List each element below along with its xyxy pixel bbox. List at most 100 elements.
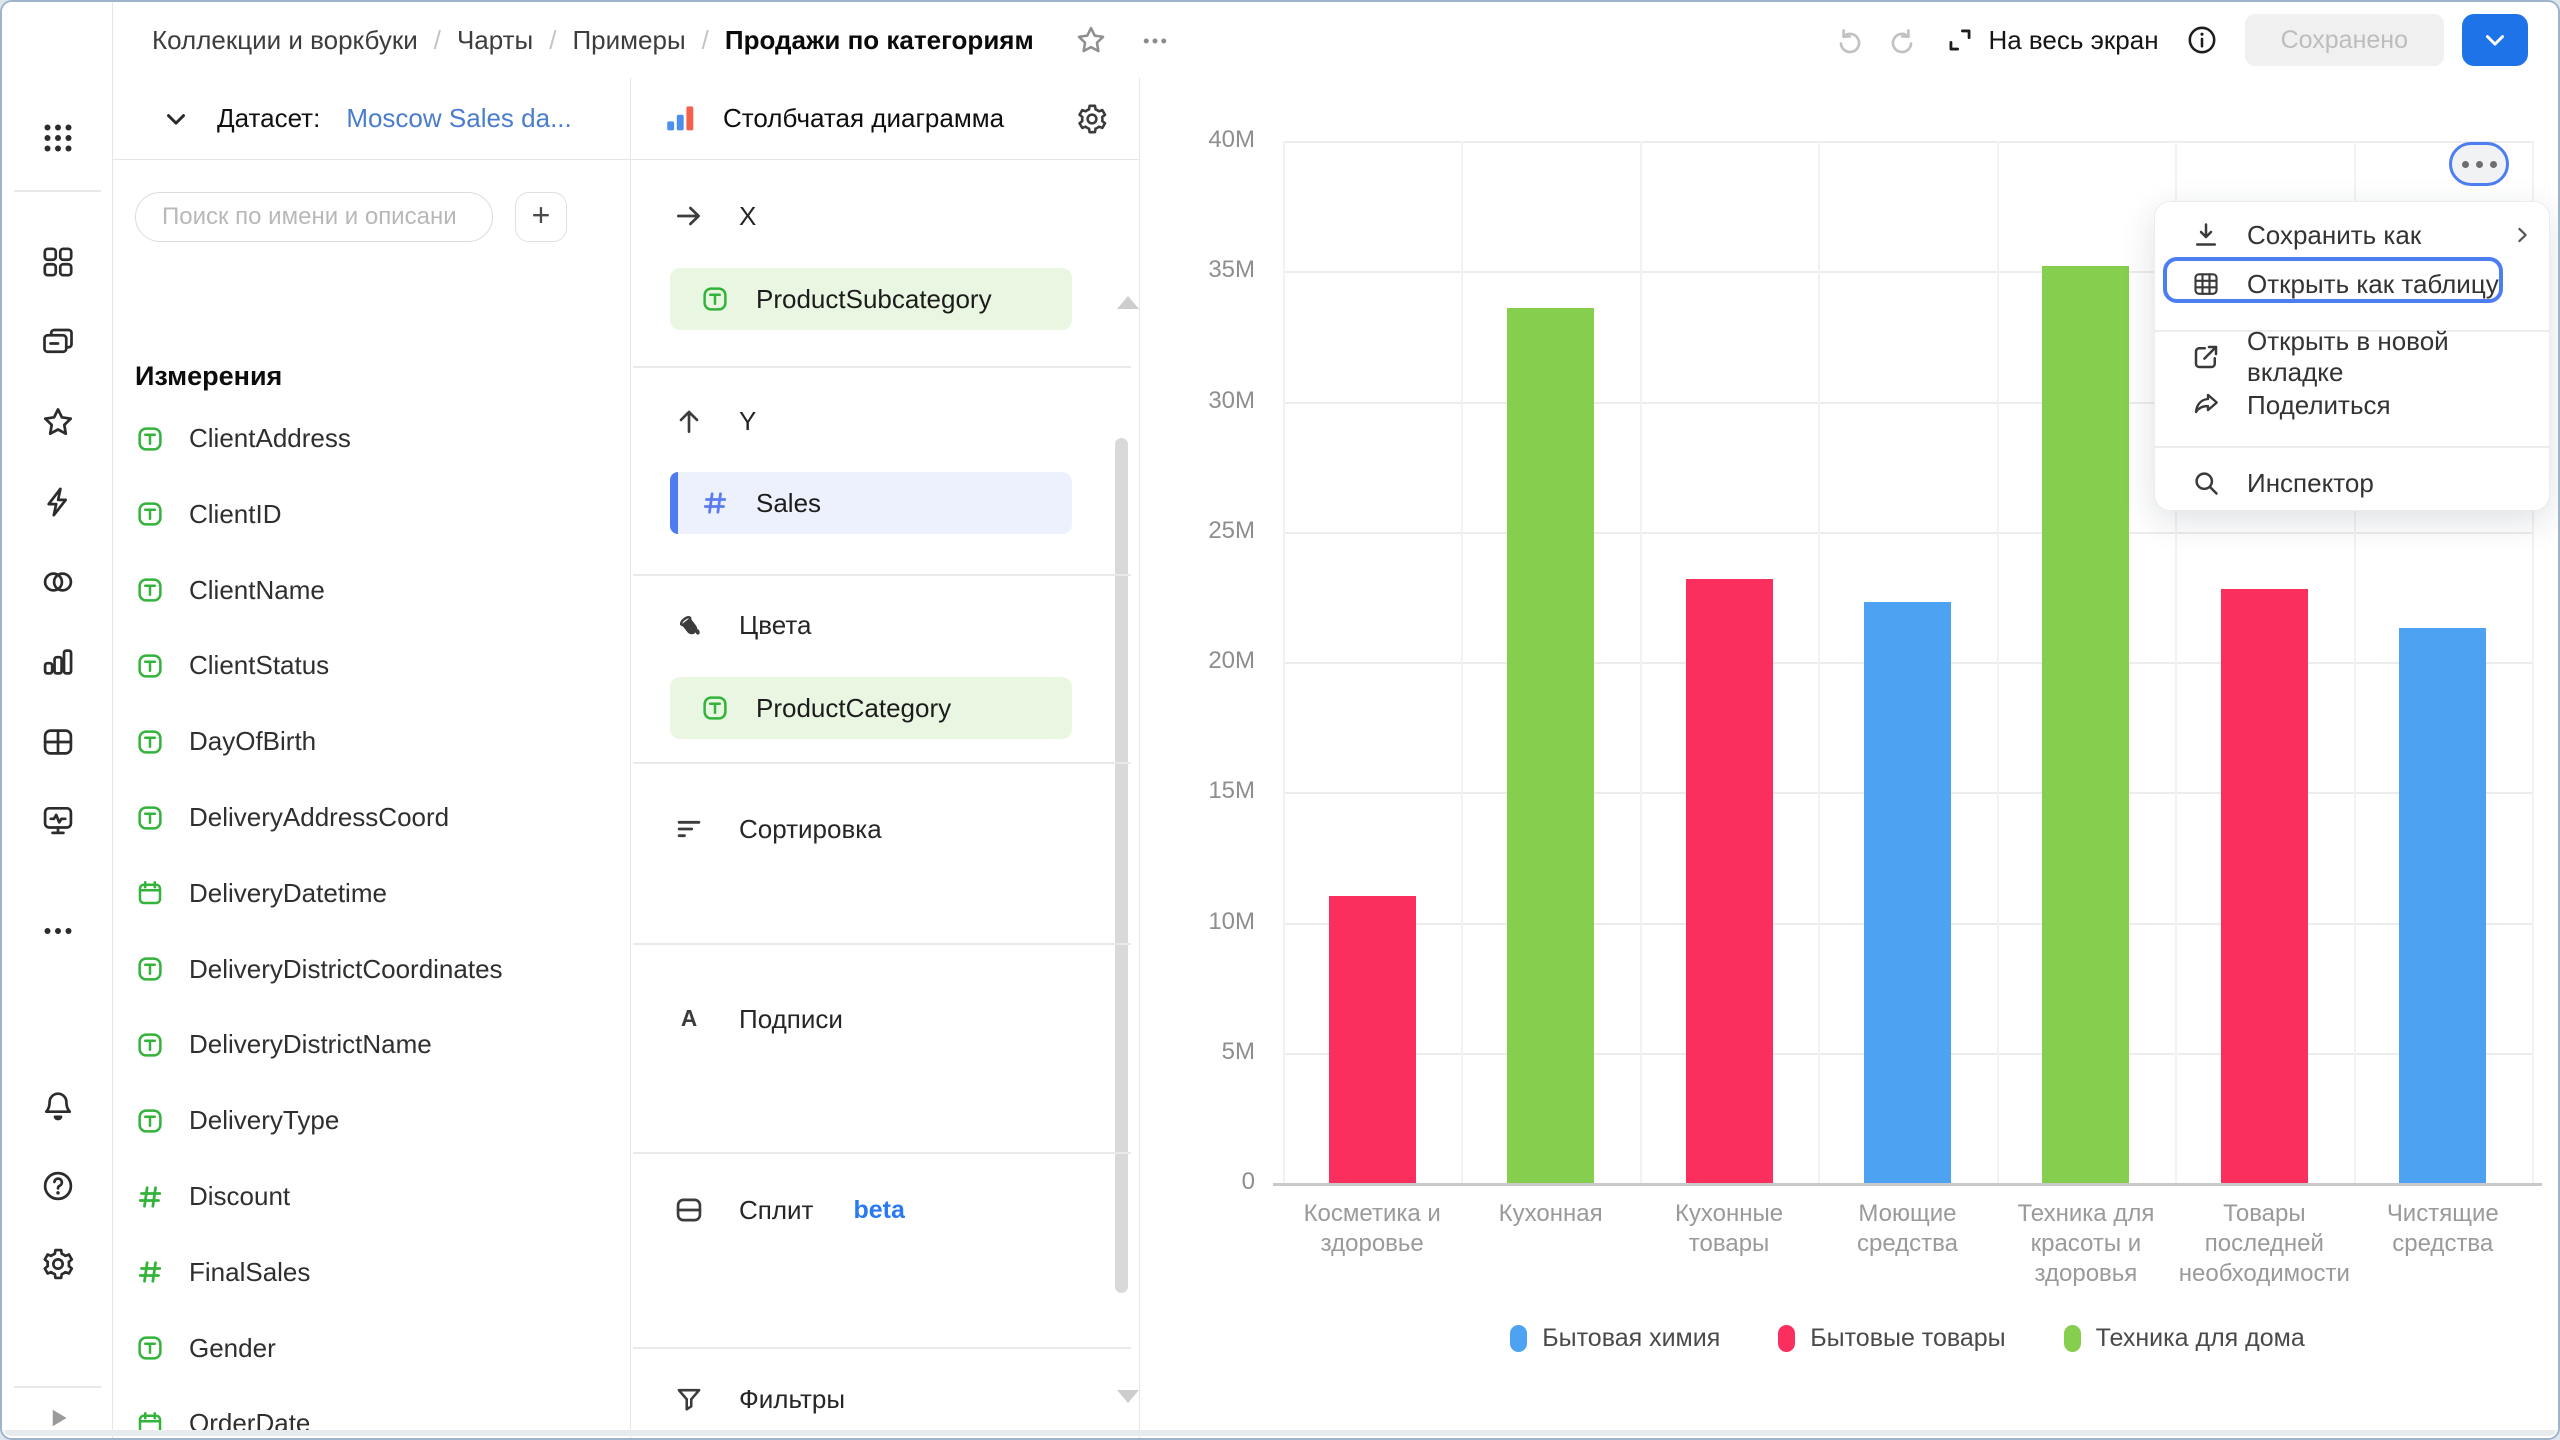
section-label: Сплит — [739, 1195, 813, 1226]
config-section-Сортировка[interactable]: Сортировка — [673, 813, 882, 845]
field-name: ClientID — [189, 499, 281, 530]
field-chip-Sales[interactable]: Sales — [670, 472, 1072, 534]
config-section-Y[interactable]: Y — [673, 405, 756, 437]
chart-legend: Бытовая химия Бытовые товары Техника для д… — [1283, 1324, 2532, 1353]
number-field-icon — [135, 1182, 165, 1212]
legend-item-Бытовая химия[interactable]: Бытовая химия — [1510, 1324, 1720, 1353]
dataset-header[interactable]: Датасет: Moscow Sales da... — [113, 78, 630, 160]
date-field-icon — [135, 878, 165, 908]
menu-item-Открыть как таблицу[interactable]: Открыть как таблицу — [2169, 267, 2535, 301]
field-name: DeliveryType — [189, 1105, 339, 1136]
scroll-down-arrow[interactable] — [1117, 1390, 1139, 1403]
save-button[interactable]: Сохранено — [2245, 14, 2444, 66]
bar-Кухонные товары[interactable] — [1686, 579, 1773, 1183]
rail-bell-icon[interactable] — [2, 1088, 113, 1124]
config-section-Фильтры[interactable]: Фильтры — [673, 1383, 845, 1415]
config-scrollbar[interactable] — [1115, 438, 1128, 1293]
rail-table-icon[interactable] — [2, 724, 113, 760]
rail-help-icon[interactable] — [2, 1168, 113, 1204]
dataset-field-DayOfBirth[interactable]: DayOfBirth — [135, 726, 316, 757]
favorite-star-icon[interactable] — [1074, 23, 1108, 57]
field-name: DeliveryDatetime — [189, 878, 387, 909]
section-label: Подписи — [739, 1004, 843, 1035]
dataset-field-ClientID[interactable]: ClientID — [135, 499, 281, 530]
legend-label: Техника для дома — [2096, 1324, 2305, 1353]
rail-star-icon[interactable] — [2, 404, 113, 440]
string-field-icon — [135, 651, 165, 681]
gear-icon — [40, 1246, 76, 1282]
dataset-field-DeliveryType[interactable]: DeliveryType — [135, 1105, 339, 1136]
config-section-Сплит[interactable]: Сплитbeta — [673, 1194, 905, 1226]
breadcrumb-item[interactable]: Примеры — [572, 25, 685, 56]
menu-item-label: Открыть в новой вкладке — [2247, 326, 2535, 388]
rail-bar-chart-icon[interactable] — [2, 644, 113, 680]
field-name: DayOfBirth — [189, 726, 316, 757]
column-chart-icon[interactable] — [663, 101, 699, 137]
rail-lightning-icon[interactable] — [2, 484, 113, 520]
dataset-field-Discount[interactable]: Discount — [135, 1181, 290, 1212]
dataset-field-FinalSales[interactable]: FinalSales — [135, 1257, 310, 1288]
chart-type-label[interactable]: Столбчатая диаграмма — [723, 103, 1051, 134]
dataset-field-DeliveryDistrictName[interactable]: DeliveryDistrictName — [135, 1029, 432, 1060]
fullscreen-button[interactable]: На весь экран — [1944, 24, 2158, 56]
undo-icon[interactable] — [1834, 24, 1866, 56]
scroll-up-arrow[interactable] — [1117, 296, 1139, 309]
collapse-chevron-icon[interactable] — [161, 104, 191, 134]
arrow-right-icon — [673, 200, 705, 232]
rail-gear-icon[interactable] — [2, 1246, 113, 1282]
field-search-input[interactable] — [135, 192, 493, 242]
field-name: DeliveryDistrictName — [189, 1029, 432, 1060]
chart-more-button[interactable] — [2449, 142, 2509, 186]
rail-more-icon[interactable] — [2, 913, 113, 949]
dataset-field-DeliveryDistrictCoordinates[interactable]: DeliveryDistrictCoordinates — [135, 954, 503, 985]
menu-item-Открыть в новой вкладке[interactable]: Открыть в новой вкладке — [2169, 340, 2535, 374]
bar-Моющие средства[interactable] — [1864, 602, 1951, 1183]
dataset-field-ClientStatus[interactable]: ClientStatus — [135, 650, 329, 681]
dataset-field-DeliveryDatetime[interactable]: DeliveryDatetime — [135, 878, 387, 909]
bar-chart-icon — [40, 644, 76, 680]
breadcrumb-item[interactable]: Коллекции и воркбуки — [152, 25, 418, 56]
dataset-field-DeliveryAddressCoord[interactable]: DeliveryAddressCoord — [135, 802, 449, 833]
y-axis-tick: 40M — [1165, 126, 1255, 154]
y-axis-tick: 35M — [1165, 256, 1255, 284]
dataset-field-ClientName[interactable]: ClientName — [135, 575, 325, 606]
bar-Товары последней необходимости[interactable] — [2221, 589, 2308, 1183]
rail-collections-icon[interactable] — [2, 324, 113, 360]
dataset-field-ClientAddress[interactable]: ClientAddress — [135, 423, 351, 454]
breadcrumb-more-icon[interactable] — [1140, 26, 1170, 56]
config-section-X[interactable]: X — [673, 200, 756, 232]
info-icon[interactable] — [2185, 23, 2219, 57]
legend-label: Бытовая химия — [1542, 1324, 1720, 1353]
number-field-icon — [700, 488, 730, 518]
svg-text:A: A — [681, 1005, 697, 1031]
save-dropdown-button[interactable] — [2462, 14, 2528, 66]
string-field-icon — [135, 954, 165, 984]
bar-Чистящие средства[interactable] — [2399, 628, 2486, 1183]
menu-item-Поделиться[interactable]: Поделиться — [2169, 388, 2535, 422]
field-chip-ProductSubcategory[interactable]: ProductSubcategory — [670, 268, 1072, 330]
bar-Косметика и здоровье[interactable] — [1329, 896, 1416, 1183]
string-field-icon — [135, 424, 165, 454]
rail-apps-grid-icon[interactable] — [2, 120, 113, 156]
add-field-button[interactable]: + — [515, 192, 567, 242]
dataset-name-link[interactable]: Moscow Sales da... — [346, 103, 571, 134]
legend-item-Бытовые товары[interactable]: Бытовые товары — [1778, 1324, 2005, 1353]
legend-item-Техника для дома[interactable]: Техника для дома — [2064, 1324, 2305, 1353]
menu-item-Сохранить как[interactable]: Сохранить как — [2169, 218, 2535, 252]
config-section-Подписи[interactable]: A Подписи — [673, 1003, 843, 1035]
bar-Техника для красоты и здоровья[interactable] — [2042, 266, 2129, 1183]
field-name: DeliveryDistrictCoordinates — [189, 954, 503, 985]
breadcrumb-separator: / — [434, 25, 441, 56]
redo-icon[interactable] — [1886, 24, 1918, 56]
rail-tiles-icon[interactable] — [2, 244, 113, 280]
chart-settings-gear-icon[interactable] — [1075, 102, 1109, 136]
rail-monitor-icon[interactable] — [2, 802, 113, 838]
bar-Кухонная[interactable] — [1507, 308, 1594, 1183]
menu-item-Инспектор[interactable]: Инспектор — [2169, 466, 2535, 500]
breadcrumb-item[interactable]: Чарты — [457, 25, 533, 56]
rail-linked-circles-icon[interactable] — [2, 564, 113, 600]
field-chip-ProductCategory[interactable]: ProductCategory — [670, 677, 1072, 739]
config-section-Цвета[interactable]: Цвета — [673, 609, 811, 641]
field-name: Gender — [189, 1333, 276, 1364]
dataset-field-Gender[interactable]: Gender — [135, 1333, 276, 1364]
